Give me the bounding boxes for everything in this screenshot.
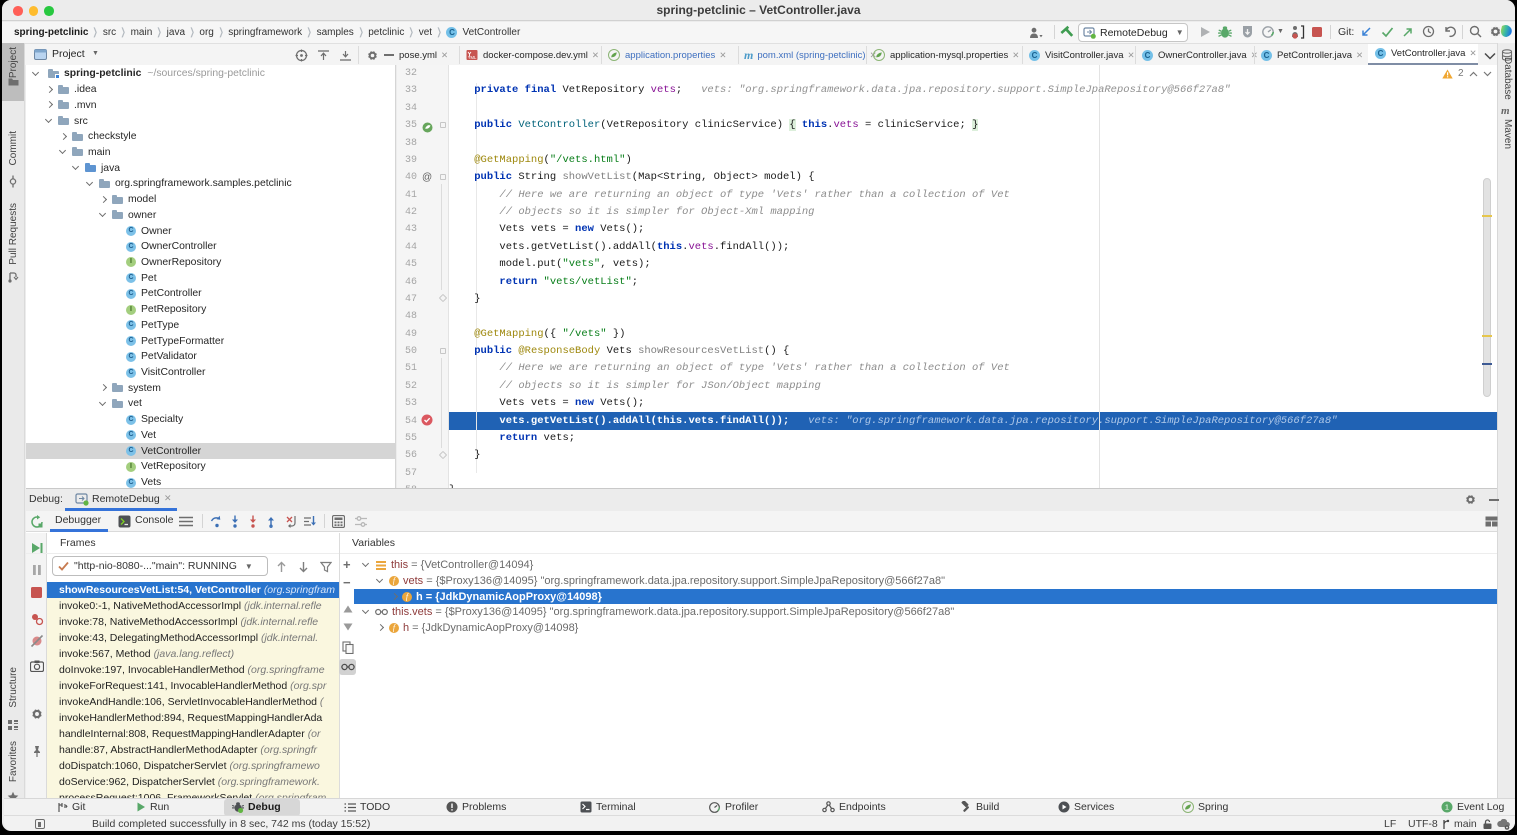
svg-text:YML: YML [468,55,477,60]
svg-text:1: 1 [1445,803,1449,812]
